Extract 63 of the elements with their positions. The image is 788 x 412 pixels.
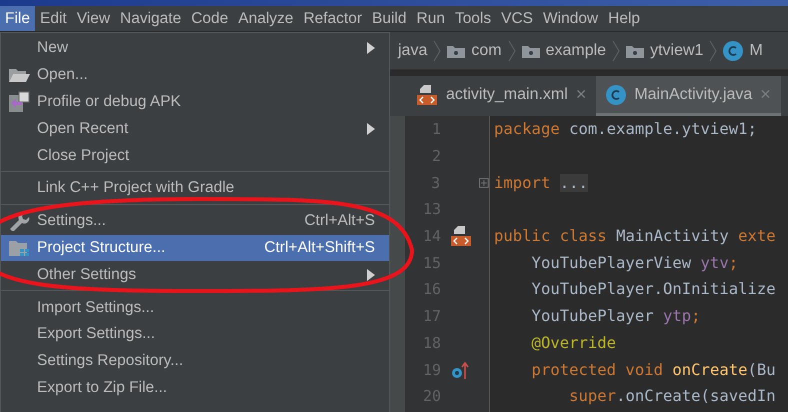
class-icon xyxy=(723,40,744,60)
chevron-icon xyxy=(612,40,620,62)
breadcrumb-item[interactable]: M xyxy=(749,42,763,60)
menu-item[interactable]: Other Settings xyxy=(1,261,389,288)
code-line: super.onCreate(savedIn xyxy=(568,387,776,406)
override-icon xyxy=(451,360,471,379)
submenu-arrow-icon xyxy=(367,42,375,54)
folder-icon xyxy=(8,67,30,84)
menu-title[interactable]: Run xyxy=(412,6,450,31)
code-line: @Override xyxy=(530,334,616,352)
menu-item[interactable]: Export to Zip File... xyxy=(1,374,389,402)
menu-item[interactable]: Open Recent xyxy=(1,115,389,142)
xml-file-icon xyxy=(416,84,438,106)
menu-item[interactable]: Profile or debug APK xyxy=(1,88,389,116)
menu-title[interactable]: Window xyxy=(538,6,604,31)
xml-file-icon xyxy=(450,225,472,248)
tab-label: MainActivity.java xyxy=(634,86,752,104)
menu-item[interactable]: Close Project xyxy=(1,142,389,169)
code-line: public class MainActivity exte xyxy=(494,227,776,246)
code-line: import ... xyxy=(494,174,588,192)
code-line: YouTubePlayer ytp; xyxy=(530,307,701,326)
project-structure-icon xyxy=(8,238,30,257)
code-line: YouTubePlayer.OnInitialize xyxy=(530,280,776,298)
menu-title[interactable]: File xyxy=(0,6,35,31)
menu-item[interactable]: Export Settings... xyxy=(1,320,389,348)
chevron-icon xyxy=(433,40,442,62)
folder-icon xyxy=(522,44,540,58)
breadcrumb-item[interactable]: java xyxy=(398,42,428,60)
chevron-icon xyxy=(508,40,516,62)
menu-title[interactable]: Edit xyxy=(34,6,72,31)
breadcrumb-item[interactable]: com xyxy=(471,42,502,60)
breadcrumb-item[interactable]: example xyxy=(546,42,606,60)
code-line: package com.example.ytview1; xyxy=(494,120,757,138)
menu-item[interactable]: Open... xyxy=(1,62,389,89)
menu-item[interactable]: Project Structure... Ctrl+Alt+Shift+S xyxy=(1,234,389,262)
menu-title[interactable]: View xyxy=(72,6,116,31)
menu-item[interactable]: Settings Repository... xyxy=(1,348,389,375)
fold-icon[interactable] xyxy=(479,178,489,188)
menu-item[interactable]: Settings... Ctrl+Alt+S xyxy=(1,208,389,235)
class-icon xyxy=(606,84,626,104)
chevron-icon xyxy=(709,40,718,62)
code-editor[interactable]: package com.example.ytview1; import ... public class MainActivity exte YouTubePlayerView ytv; YouTubePlayer.OnInitialize YouTubePlayer ytp; @Override protected void onCreate(Bu super.onCreate(savedIn xyxy=(490,116,788,412)
code-line: YouTubePlayerView ytv; xyxy=(530,254,738,272)
folder-icon xyxy=(626,44,644,58)
apk-icon xyxy=(8,90,30,113)
menu-title[interactable]: Refactor xyxy=(298,6,368,31)
tab-label: activity_main.xml xyxy=(446,86,568,104)
submenu-arrow-icon xyxy=(367,268,375,281)
menu-title[interactable]: Analyze xyxy=(233,6,298,31)
menu-title[interactable]: Code xyxy=(186,6,234,31)
code-line: protected void onCreate(Bu xyxy=(530,360,776,379)
folder-icon xyxy=(447,44,466,58)
menu-title[interactable]: Navigate xyxy=(115,6,186,31)
menu-item[interactable]: Link C++ Project with Gradle xyxy=(1,174,389,202)
submenu-arrow-icon xyxy=(367,122,375,135)
menu-item[interactable]: New xyxy=(1,35,389,62)
menu-item[interactable]: Import Settings... xyxy=(1,294,389,321)
menu-title[interactable]: Build xyxy=(367,6,412,31)
editor-tab[interactable]: MainActivity.java × xyxy=(596,76,781,116)
menu-title[interactable]: VCS xyxy=(496,6,538,31)
breadcrumb-item[interactable]: ytview1 xyxy=(650,42,704,60)
menu-title[interactable]: Help xyxy=(603,6,646,31)
menu-title[interactable]: Tools xyxy=(450,6,496,31)
